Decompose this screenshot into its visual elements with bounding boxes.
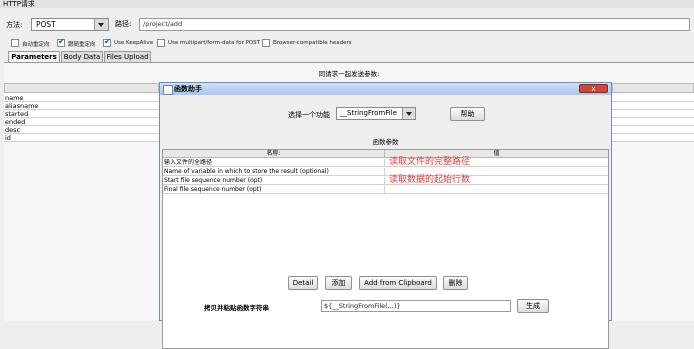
keepalive-label: Use KeepAlive — [114, 40, 154, 46]
follow-redirect-checkbox[interactable] — [57, 37, 65, 47]
function-string-field[interactable]: ${__StringFromFile(,,,)} — [321, 300, 511, 312]
path-input[interactable]: /project/add — [139, 18, 690, 31]
param-name: Name of variable in which to store the r… — [164, 168, 385, 176]
method-value: POST — [36, 20, 56, 29]
generate-button[interactable]: 生成 — [517, 299, 549, 313]
copy-string-label: 拷贝并粘贴函数字符串 — [204, 304, 269, 312]
param-row-value[interactable] — [612, 102, 694, 110]
param-name: Start file sequence number (opt) — [164, 177, 385, 185]
app-icon — [163, 85, 173, 95]
path-value: /project/add — [143, 20, 183, 28]
table-row[interactable]: Start file sequence number (opt) 读取数据的起始… — [163, 176, 608, 185]
param-value[interactable]: 读取文件的完整路径 — [389, 158, 470, 167]
window-title-bar: HTTP请求 — [0, 0, 694, 8]
multipart-label: Use multipart/form-data for POST — [168, 40, 260, 46]
chevron-down-icon[interactable] — [402, 108, 415, 119]
param-row-value[interactable] — [612, 110, 694, 118]
function-select[interactable]: __StringFromFile — [336, 107, 416, 120]
param-row[interactable]: aliasname — [4, 102, 159, 110]
column-header-name: 名称: — [163, 150, 385, 158]
dialog-title: 函数助手 — [174, 85, 202, 93]
path-label: 路径: — [115, 20, 132, 28]
table-row[interactable]: Name of variable in which to store the r… — [163, 168, 608, 176]
auto-redirect-checkbox[interactable] — [11, 39, 19, 47]
function-params-table: 名称: 值 输入文件的全路径 读取文件的完整路径 Name of variabl… — [162, 149, 609, 349]
params-table-header-right — [612, 83, 694, 93]
keepalive-checkbox[interactable] — [103, 37, 111, 47]
method-label: 方法: — [6, 21, 23, 29]
method-select[interactable]: POST — [31, 18, 109, 31]
chevron-down-icon[interactable] — [94, 19, 108, 30]
param-row-value[interactable] — [612, 134, 694, 142]
delete-button[interactable]: 删除 — [443, 276, 468, 290]
param-name: 输入文件的全路径 — [164, 159, 385, 167]
browser-compatible-checkbox[interactable] — [262, 39, 270, 47]
function-helper-dialog: 函数助手 x 选择一个功能 __StringFromFile 帮助 函数参数 名… — [159, 82, 612, 349]
help-button[interactable]: 帮助 — [450, 107, 485, 121]
param-row[interactable]: ended — [4, 118, 159, 126]
dialog-title-bar[interactable]: 函数助手 — [160, 83, 611, 95]
add-from-clipboard-button[interactable]: Add from Clipboard — [359, 276, 437, 290]
function-params-title: 函数参数 — [372, 138, 399, 146]
add-button[interactable]: 添加 — [325, 276, 352, 290]
function-value: __StringFromFile — [340, 109, 397, 117]
param-row-value[interactable] — [612, 94, 694, 102]
param-row[interactable]: desc — [4, 126, 159, 134]
table-row[interactable]: 输入文件的全路径 读取文件的完整路径 — [163, 158, 608, 167]
detail-button[interactable]: Detail — [288, 276, 318, 290]
param-row[interactable]: name — [4, 94, 159, 102]
function-string-value: ${__StringFromFile(,,,)} — [324, 302, 401, 310]
param-value[interactable]: 读取数据的起始行数 — [389, 176, 470, 185]
param-name: Final file sequence number (opt) — [164, 186, 385, 194]
param-row-value[interactable] — [612, 118, 694, 126]
params-table-header — [4, 83, 159, 93]
param-row[interactable]: id — [4, 134, 159, 142]
close-button[interactable]: x — [579, 84, 608, 93]
window-title: HTTP请求 — [3, 0, 35, 8]
params-table-header: 名称: 值 — [163, 150, 608, 158]
table-row[interactable]: Final file sequence number (opt) — [163, 186, 608, 194]
follow-redirect-label: 跟随重定向 — [68, 42, 96, 48]
auto-redirect-label: 自动重定向 — [22, 42, 50, 48]
multipart-checkbox[interactable] — [157, 39, 165, 47]
params-header: 同请求一起发送参数: — [318, 70, 380, 78]
choose-function-label: 选择一个功能 — [288, 111, 330, 119]
param-row-value[interactable] — [612, 126, 694, 134]
browser-compatible-label: Browser-compatible headers — [273, 40, 352, 46]
param-row[interactable]: started — [4, 110, 159, 118]
